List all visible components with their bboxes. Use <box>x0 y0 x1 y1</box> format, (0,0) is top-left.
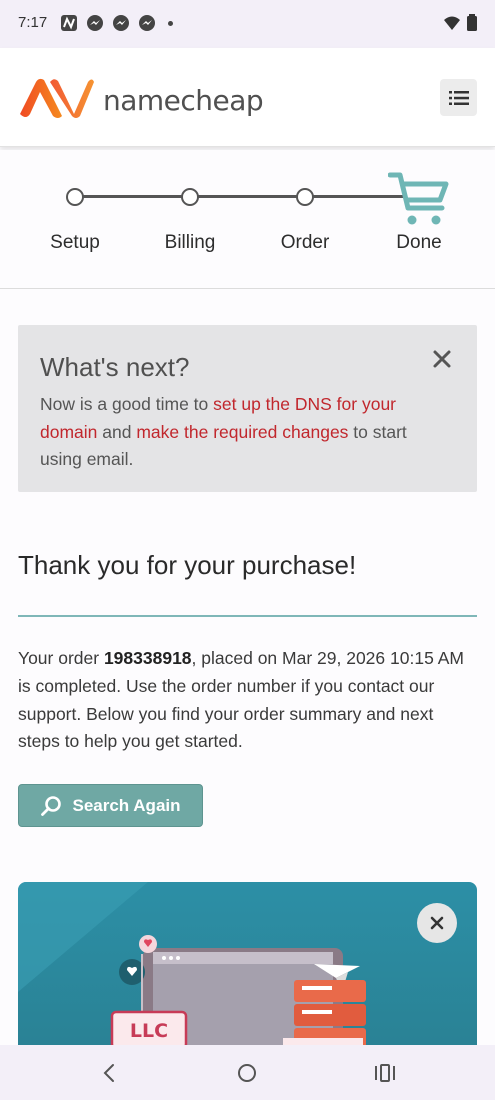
search-icon <box>41 795 62 816</box>
step-label-billing: Billing <box>164 232 216 253</box>
promo-illustration: LLC <box>18 882 366 1045</box>
whats-next-panel: What's next? Now is a good time to set u… <box>18 325 477 492</box>
whats-next-text-part: Now is a good time to <box>40 394 214 414</box>
battery-icon <box>467 14 477 31</box>
step-label-setup: Setup <box>50 232 100 253</box>
promo-banner[interactable]: LLC <box>18 882 477 1045</box>
close-icon[interactable] <box>430 347 454 371</box>
namecheap-logo-icon[interactable] <box>18 76 94 120</box>
brand-name: namecheap <box>103 84 264 117</box>
menu-list-icon <box>448 90 469 105</box>
step-dot-order <box>296 188 314 206</box>
thank-you-title: Thank you for your purchase! <box>18 550 357 580</box>
status-bar: 7:17 <box>0 0 495 48</box>
search-again-label: Search Again <box>72 795 181 815</box>
required-changes-link[interactable]: make the required changes <box>136 422 348 442</box>
whats-next-text: Now is a good time to set up the DNS for… <box>40 391 450 474</box>
step-dot-setup <box>66 188 84 206</box>
messenger-icon <box>113 15 129 31</box>
order-summary-text: Your order 198338918, placed on Mar 29, … <box>18 645 478 756</box>
whats-next-title: What's next? <box>40 352 190 382</box>
order-number: 198338918 <box>103 648 192 668</box>
site-header: namecheap <box>0 48 495 147</box>
checkout-stepper: Setup Billing Order Done <box>0 150 495 289</box>
step-label-done: Done <box>396 232 442 253</box>
messenger-icon <box>139 15 155 31</box>
section-divider <box>18 615 477 617</box>
namecheap-notification-icon <box>61 15 77 31</box>
promo-close-button[interactable] <box>417 903 457 943</box>
more-dot-icon <box>168 20 173 26</box>
system-nav-bar <box>0 1045 495 1100</box>
menu-button[interactable] <box>440 79 477 116</box>
search-again-button[interactable]: Search Again <box>18 784 203 827</box>
cart-icon <box>388 172 449 225</box>
status-right <box>443 14 477 31</box>
home-icon[interactable] <box>235 1061 259 1085</box>
step-dot-billing <box>181 188 199 206</box>
order-text-prefix: Your order <box>18 648 104 668</box>
close-icon <box>430 916 444 930</box>
whats-next-text-part: and <box>97 421 137 442</box>
back-icon[interactable] <box>98 1061 122 1085</box>
recents-icon[interactable] <box>373 1061 397 1085</box>
stepper-line <box>75 195 405 198</box>
messenger-icon <box>87 15 103 31</box>
step-label-order: Order <box>280 232 330 253</box>
llc-badge: LLC <box>130 1020 168 1042</box>
wifi-icon <box>444 16 460 30</box>
notification-icons <box>60 14 173 32</box>
status-time: 7:17 <box>18 14 48 31</box>
